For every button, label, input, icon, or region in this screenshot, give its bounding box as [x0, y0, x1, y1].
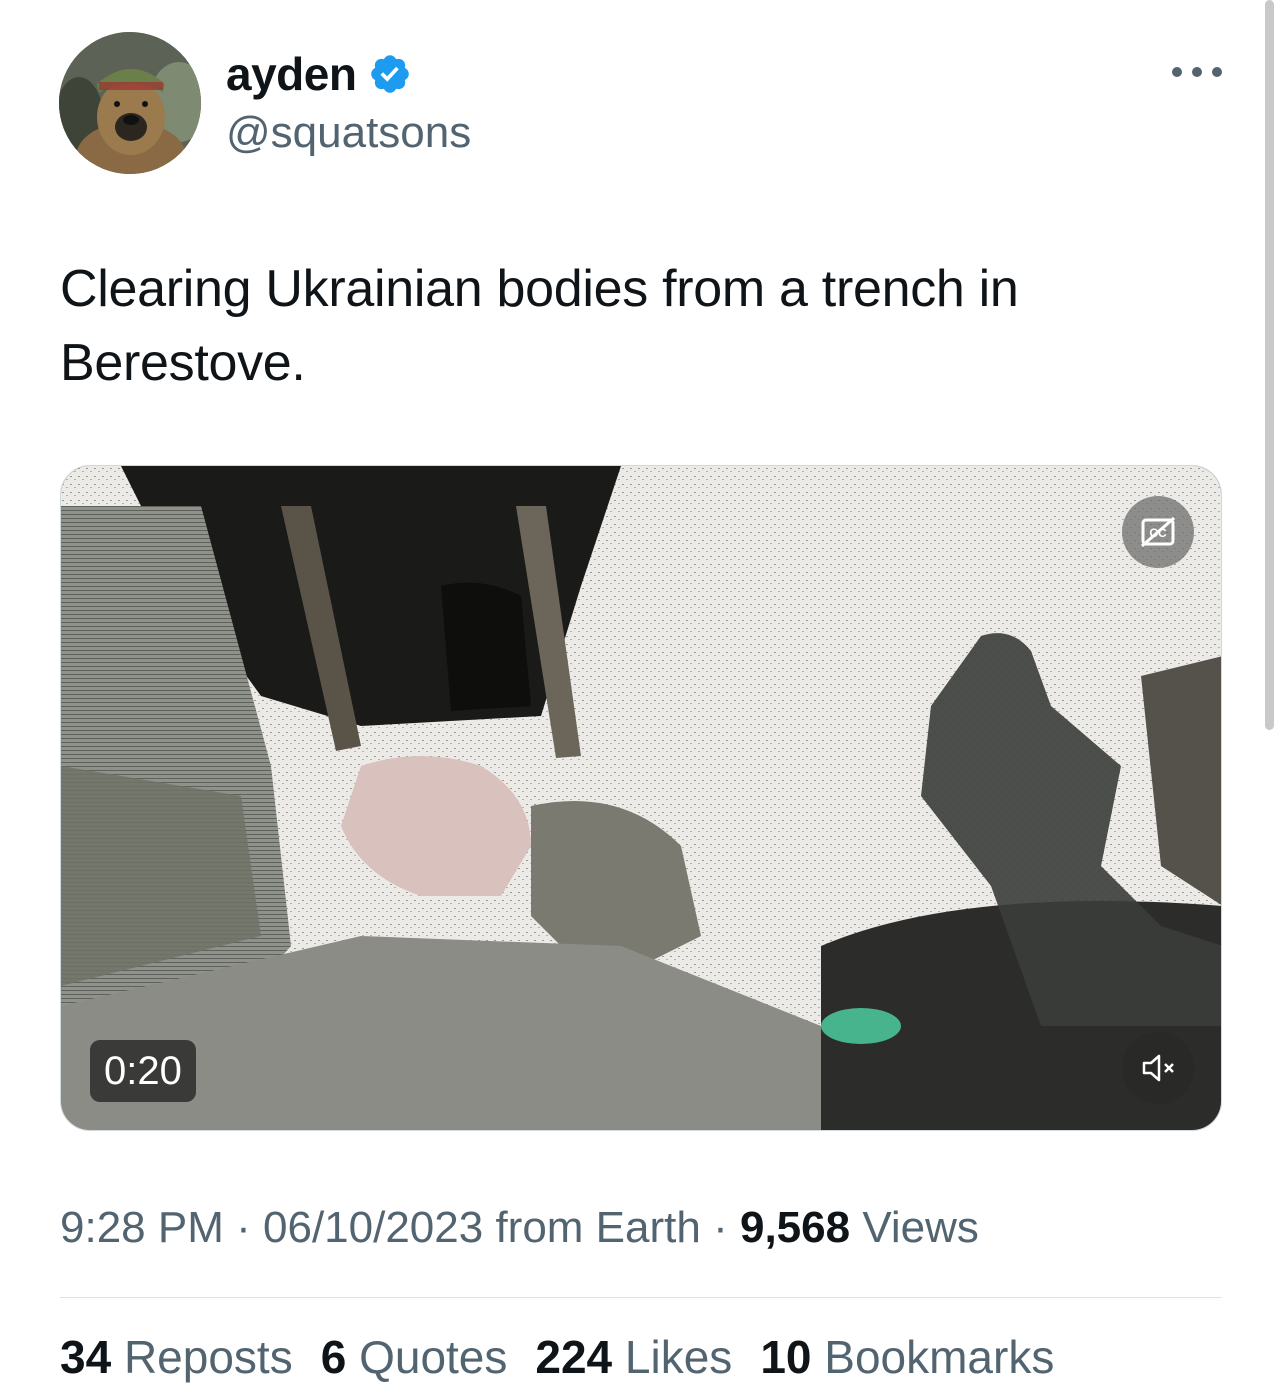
likes-label: Likes — [624, 1331, 733, 1383]
video-frame — [61, 466, 1221, 1130]
reposts-count: 34 — [60, 1331, 112, 1383]
dog-in-helmet-avatar — [59, 32, 201, 174]
divider — [60, 1297, 1222, 1298]
quotes-count: 6 — [320, 1331, 347, 1383]
bookmarks-label: Bookmarks — [824, 1331, 1055, 1383]
more-dot — [1212, 67, 1222, 77]
author-display-name[interactable]: ayden — [226, 47, 357, 101]
views-label[interactable]: Views — [862, 1203, 979, 1252]
engagement-stats: 34 Reposts 6 Quotes 224 Likes 10 Bookmar… — [60, 1330, 1054, 1384]
more-dot — [1172, 67, 1182, 77]
captions-button[interactable]: CC — [1122, 496, 1194, 568]
speaker-muted-icon — [1142, 1054, 1174, 1082]
quotes-stat[interactable]: 6 Quotes — [321, 1330, 508, 1384]
video-player[interactable]: CC 0:20 — [60, 465, 1222, 1131]
author-handle[interactable]: @squatsons — [226, 108, 471, 158]
author-name-row[interactable]: ayden — [226, 44, 412, 104]
reposts-stat[interactable]: 34 Reposts — [60, 1330, 293, 1384]
views-count[interactable]: 9,568 — [740, 1203, 850, 1252]
reposts-label: Reposts — [123, 1331, 293, 1383]
closed-captions-off-icon: CC — [1141, 516, 1175, 548]
tweet-source: from Earth — [495, 1203, 701, 1252]
likes-count: 224 — [535, 1331, 613, 1383]
author-avatar[interactable] — [59, 32, 201, 174]
tweet-time[interactable]: 9:28 PM — [60, 1203, 224, 1252]
meta-separator: · — [236, 1203, 251, 1252]
meta-separator: · — [713, 1203, 728, 1252]
quotes-label: Quotes — [359, 1331, 508, 1383]
video-duration: 0:20 — [90, 1040, 196, 1102]
mute-button[interactable] — [1122, 1032, 1194, 1104]
more-options-icon[interactable] — [1172, 60, 1222, 84]
page-scrollbar[interactable] — [1265, 0, 1274, 730]
tweet-metadata: 9:28 PM · 06/10/2023 from Earth · 9,568 … — [60, 1203, 979, 1253]
bookmarks-count: 10 — [760, 1331, 812, 1383]
tweet-date[interactable]: 06/10/2023 — [263, 1203, 483, 1252]
bookmarks-stat[interactable]: 10 Bookmarks — [760, 1330, 1054, 1384]
tweet-text: Clearing Ukrainian bodies from a trench … — [60, 260, 1019, 392]
likes-stat[interactable]: 224 Likes — [535, 1330, 732, 1384]
verified-badge-icon[interactable] — [368, 52, 412, 96]
more-dot — [1192, 67, 1202, 77]
